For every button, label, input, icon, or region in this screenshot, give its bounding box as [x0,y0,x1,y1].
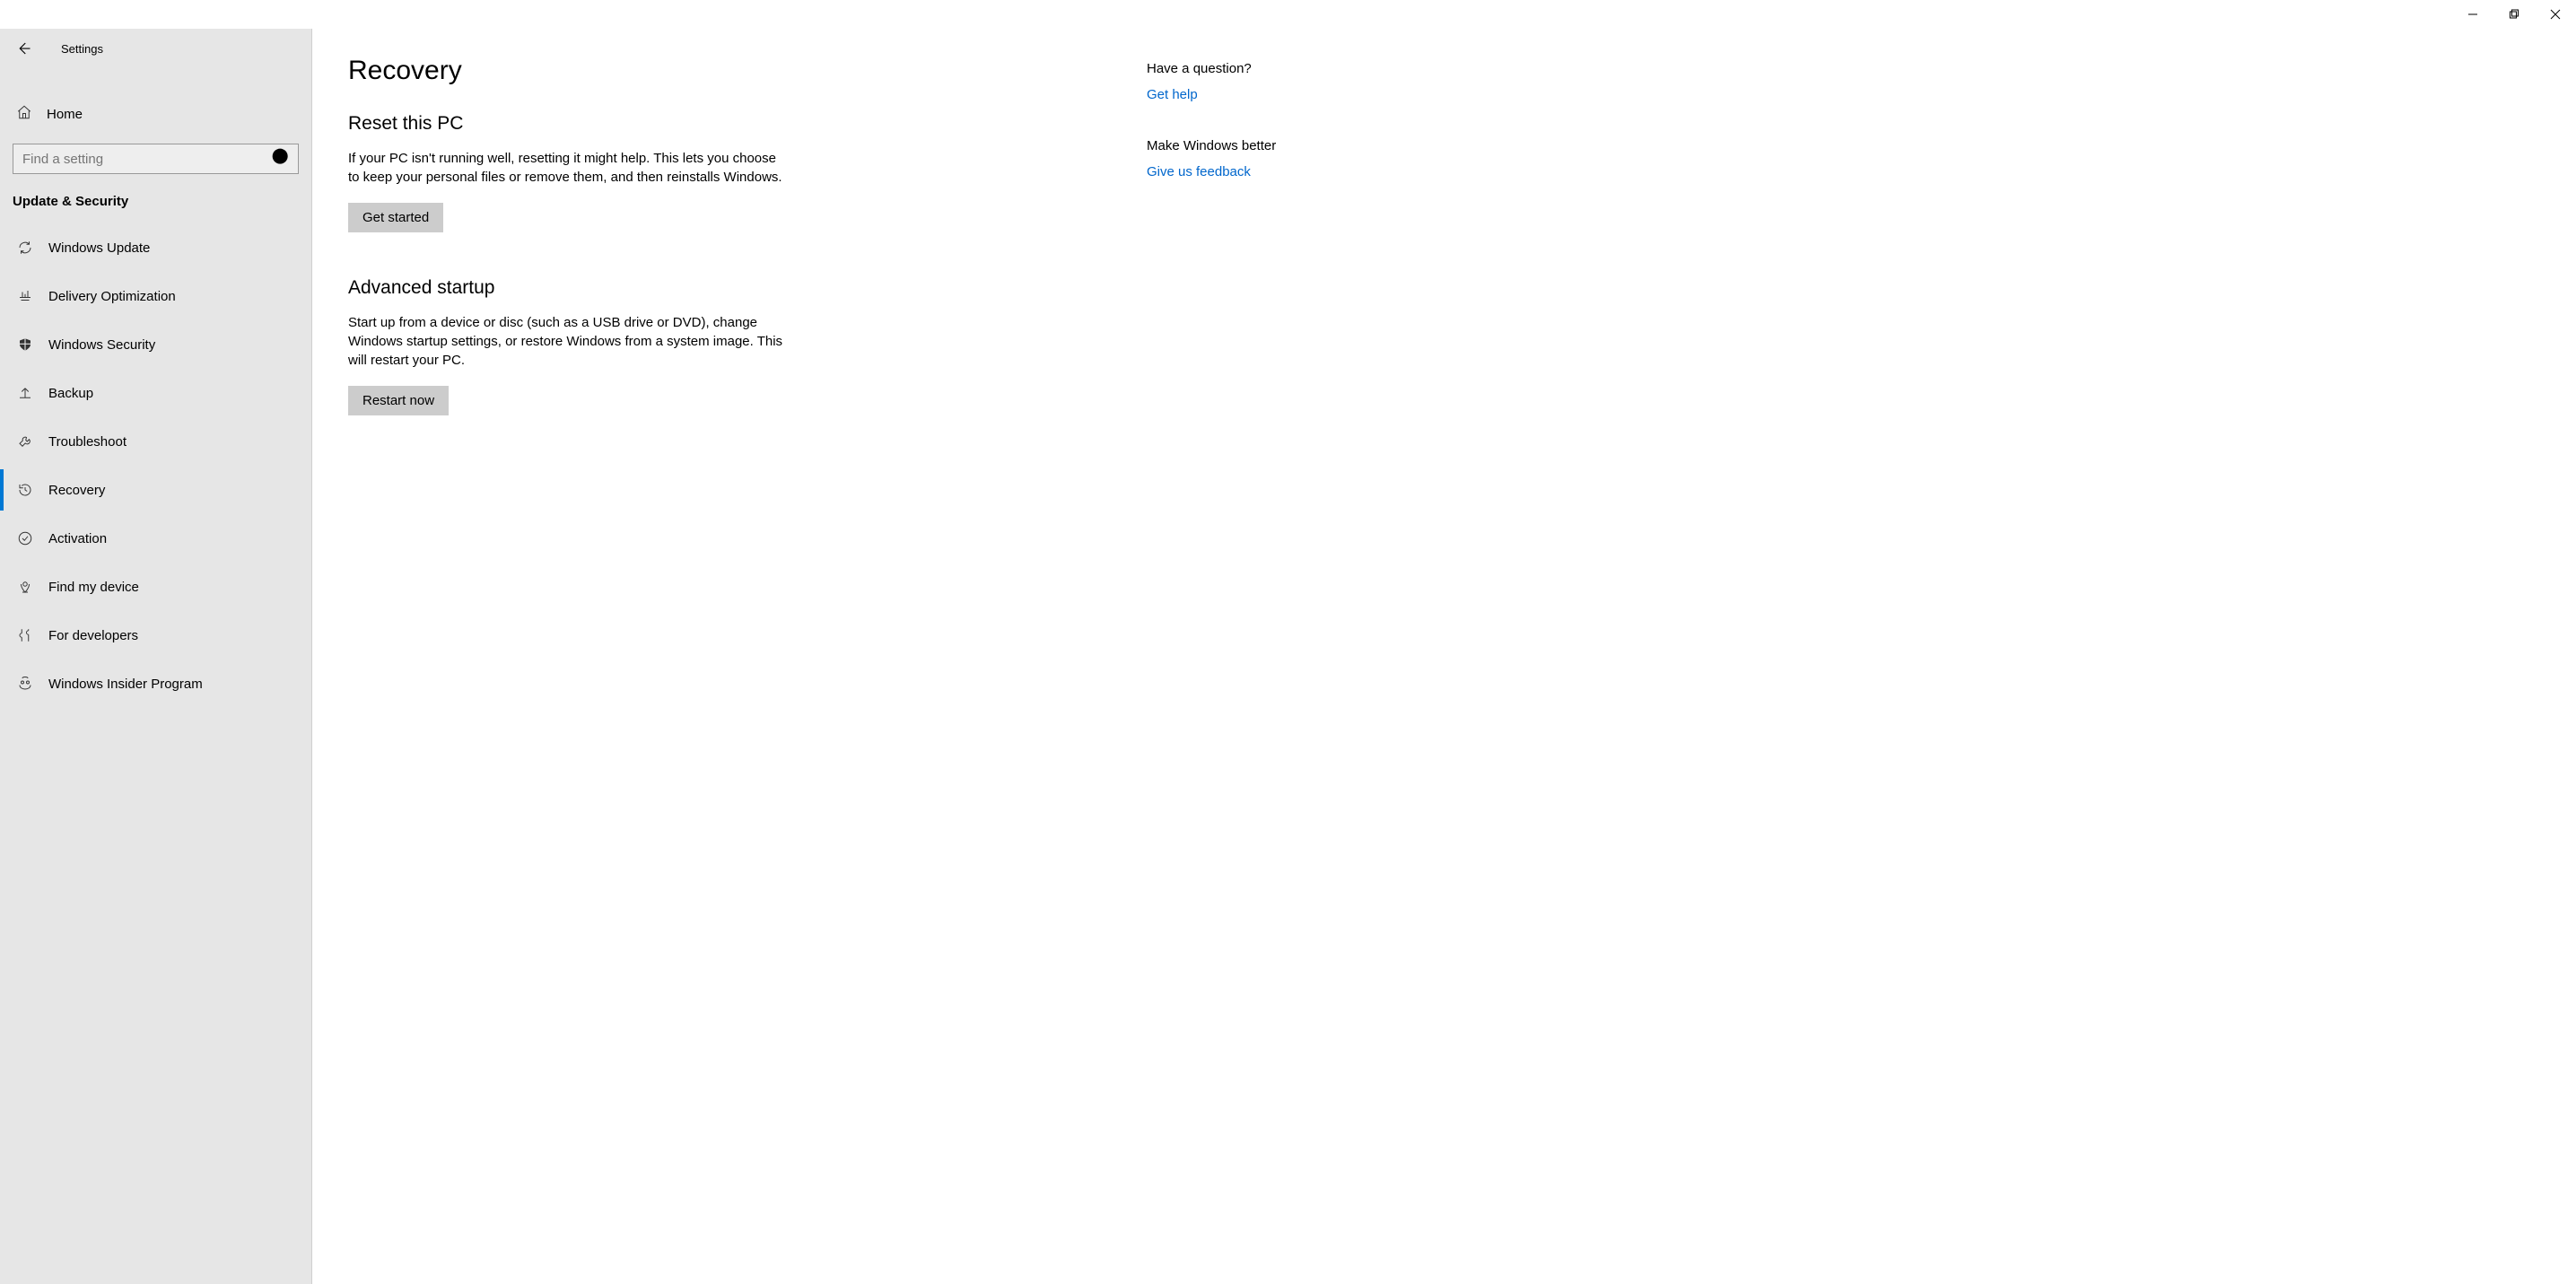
wrench-icon [16,432,34,450]
sidebar-item-label: Delivery Optimization [48,289,176,304]
sidebar-item-windows-security[interactable]: Windows Security [0,320,311,369]
sidebar-item-troubleshoot[interactable]: Troubleshoot [0,417,311,466]
aside-heading-question: Have a question? [1147,61,1371,76]
delivery-icon [16,287,34,305]
section-heading-advanced: Advanced startup [348,277,1111,299]
sidebar: Settings Home Update & Security Windows … [0,29,312,1284]
sidebar-item-label: Windows Update [48,240,150,256]
settings-window: Settings Home Update & Security Windows … [0,0,2576,1284]
sidebar-item-find-my-device[interactable]: Find my device [0,563,311,611]
history-icon [16,481,34,499]
titlebar [0,0,2576,29]
main-panel: Recovery Reset this PC If your PC isn't … [312,29,1147,1284]
aside-panel: Have a question? Get help Make Windows b… [1147,29,1389,1284]
shield-icon [16,336,34,354]
aside-heading-feedback: Make Windows better [1147,138,1371,153]
location-icon [16,578,34,596]
sync-icon [16,239,34,257]
sidebar-item-activation[interactable]: Activation [0,514,311,563]
content-area: Recovery Reset this PC If your PC isn't … [312,29,2576,1284]
restart-now-button[interactable]: Restart now [348,386,449,415]
sidebar-item-label: Troubleshoot [48,434,127,450]
search-input[interactable] [13,152,267,167]
sidebar-item-label: Home [47,107,83,122]
check-circle-icon [16,529,34,547]
sidebar-item-label: Backup [48,386,93,401]
sidebar-item-label: Find my device [48,580,139,595]
sidebar-item-for-developers[interactable]: For developers [0,611,311,659]
sidebar-section-header: Update & Security [0,174,311,223]
get-started-button[interactable]: Get started [348,203,443,232]
tools-icon [16,626,34,644]
section-desc-advanced: Start up from a device or disc (such as … [348,313,788,370]
minimize-button[interactable] [2452,0,2493,29]
sidebar-item-label: For developers [48,628,138,643]
window-title: Settings [61,42,103,56]
sidebar-item-backup[interactable]: Backup [0,369,311,417]
home-icon [16,104,32,124]
give-feedback-link[interactable]: Give us feedback [1147,164,1371,179]
insider-icon [16,675,34,693]
sidebar-item-home[interactable]: Home [0,93,311,135]
sidebar-item-label: Recovery [48,483,105,498]
close-button[interactable] [2535,0,2576,29]
section-desc-reset: If your PC isn't running well, resetting… [348,149,788,187]
maximize-button[interactable] [2493,0,2535,29]
sidebar-item-label: Windows Security [48,337,155,353]
backup-icon [16,384,34,402]
sidebar-item-label: Windows Insider Program [48,677,203,692]
back-button[interactable] [13,38,34,59]
get-help-link[interactable]: Get help [1147,87,1371,102]
search-box[interactable] [13,144,299,174]
search-icon [267,144,298,174]
sidebar-item-windows-insider[interactable]: Windows Insider Program [0,659,311,708]
sidebar-item-windows-update[interactable]: Windows Update [0,223,311,272]
section-heading-reset: Reset this PC [348,113,1111,135]
sidebar-item-recovery[interactable]: Recovery [0,466,311,514]
sidebar-item-delivery-optimization[interactable]: Delivery Optimization [0,272,311,320]
page-title: Recovery [348,56,1111,86]
sidebar-item-label: Activation [48,531,107,546]
